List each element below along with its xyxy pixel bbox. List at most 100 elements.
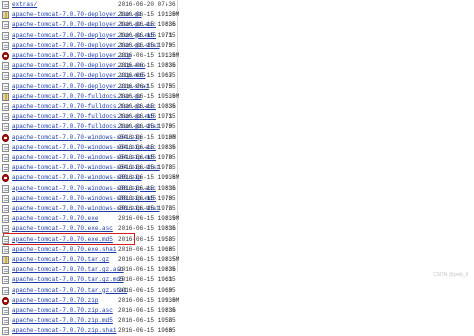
document-icon <box>2 194 9 203</box>
file-row: apache-tomcat-7.0.70-deployer.tar.gz.asc… <box>0 20 474 30</box>
file-link[interactable]: apache-tomcat-7.0.70.zip.md5 <box>12 316 113 326</box>
file-link[interactable]: apache-tomcat-7.0.70.exe.asc <box>12 224 113 234</box>
file-size: 71 <box>165 31 173 39</box>
file-link[interactable]: apache-tomcat-7.0.70.tar.gz.sha1 <box>12 286 127 296</box>
file-link[interactable]: apache-tomcat-7.0.70.exe.sha1 <box>12 245 116 255</box>
file-row: apache-tomcat-7.0.70.zip 2016-06-15 19:35… <box>0 296 474 306</box>
file-size: 69 <box>165 286 173 294</box>
document-icon <box>2 307 9 315</box>
file-row: apache-tomcat-7.0.70.exe.md5 2016-06-15 1… <box>0 235 474 245</box>
tar-archive-icon <box>2 92 9 101</box>
document-icon <box>2 225 9 234</box>
tar-archive-icon <box>2 256 9 264</box>
file-row: apache-tomcat-7.0.70-deployer.tar.gz.sha… <box>0 41 474 51</box>
file-row: apache-tomcat-7.0.70-deployer.tar.gz.md5… <box>0 31 474 41</box>
file-row: extras/2016-06-20 07:36- <box>0 0 474 10</box>
document-icon <box>2 72 9 81</box>
file-row: apache-tomcat-7.0.70-deployer.zip.asc 201… <box>0 61 474 71</box>
file-size: 70 <box>165 194 173 202</box>
file-row: apache-tomcat-7.0.70.tar.gz.sha1 2016-06-… <box>0 286 474 296</box>
file-link[interactable]: apache-tomcat-7.0.70.exe.md5 <box>12 235 113 245</box>
file-row: apache-tomcat-7.0.70-windows-x64.zip.md5… <box>0 153 474 163</box>
tar-archive-icon <box>2 11 9 20</box>
document-icon <box>2 123 9 132</box>
file-link[interactable]: apache-tomcat-7.0.70.tar.gz <box>12 255 109 265</box>
document-icon <box>2 154 9 162</box>
file-link[interactable]: apache-tomcat-7.0.70.exe <box>12 214 98 224</box>
file-row: apache-tomcat-7.0.70.exe.asc 2016-06-15 1… <box>0 224 474 234</box>
file-size: 78 <box>165 205 173 212</box>
file-size: 61 <box>165 276 173 284</box>
file-row: apache-tomcat-7.0.70-windows-x86.zip.asc… <box>0 184 474 194</box>
file-row: apache-tomcat-7.0.70-fulldocs.tar.gz 2016… <box>0 92 474 102</box>
file-size: 836 <box>165 143 176 151</box>
file-size: 79 <box>165 41 173 49</box>
document-icon <box>2 184 9 193</box>
document-icon <box>2 266 9 275</box>
document-icon <box>2 235 9 244</box>
file-row: apache-tomcat-7.0.70-deployer.zip.md5 201… <box>0 71 474 81</box>
document-icon <box>2 103 9 111</box>
document-icon <box>2 143 9 152</box>
file-link[interactable]: apache-tomcat-7.0.70.zip <box>12 296 98 306</box>
file-size: 70 <box>165 154 173 161</box>
file-size: 67 <box>165 72 173 80</box>
zip-archive-icon <box>2 174 9 183</box>
file-row: apache-tomcat-7.0.70-windows-x64.zip.asc… <box>0 143 474 153</box>
document-icon <box>2 215 9 224</box>
folder-icon <box>2 1 9 9</box>
file-size: 836 <box>165 184 176 192</box>
file-size: 66 <box>165 245 173 253</box>
file-size: 836 <box>165 103 176 110</box>
file-size: 58 <box>165 317 173 325</box>
file-size: 1.8M <box>165 52 180 59</box>
file-size: 8.5M <box>165 256 180 263</box>
file-row: apache-tomcat-7.0.70-windows-x86.zip.sha… <box>0 204 474 214</box>
zip-archive-icon <box>2 133 9 142</box>
file-size: - <box>165 1 169 8</box>
file-size: 10M <box>165 133 176 141</box>
file-size: 71 <box>165 113 173 121</box>
file-size: 836 <box>165 266 176 274</box>
file-size: 58 <box>165 235 173 243</box>
file-link[interactable]: extras/ <box>12 0 37 10</box>
file-link[interactable]: apache-tomcat-7.0.70.zip.asc <box>12 306 113 316</box>
document-icon <box>2 41 9 50</box>
file-row: apache-tomcat-7.0.70.tar.gz 2016-06-15 19… <box>0 255 474 265</box>
file-row: apache-tomcat-7.0.70.zip.sha1 2016-06-15 … <box>0 326 474 336</box>
file-link[interactable]: apache-tomcat-7.0.70.tar.gz.md5 <box>12 275 124 285</box>
file-row: apache-tomcat-7.0.70-deployer.zip.sha1 20… <box>0 82 474 92</box>
document-icon <box>2 21 9 30</box>
document-icon <box>2 31 9 40</box>
file-size: 836 <box>165 307 176 314</box>
file-link[interactable]: apache-tomcat-7.0.70.zip.sha1 <box>12 326 116 336</box>
document-icon <box>2 327 9 336</box>
file-size: 75 <box>165 82 173 90</box>
file-row: apache-tomcat-7.0.70.exe 2016-06-15 19:35… <box>0 214 474 224</box>
file-size: 8.9M <box>165 215 180 223</box>
file-row: apache-tomcat-7.0.70-deployer.zip 2016-06… <box>0 51 474 61</box>
file-row: apache-tomcat-7.0.70-windows-x64.zip.sha… <box>0 163 474 173</box>
document-icon <box>2 164 9 173</box>
file-size: 1.0M <box>165 11 180 19</box>
file-size: 5.0M <box>165 92 180 100</box>
document-icon <box>2 82 9 91</box>
file-row: apache-tomcat-7.0.70.tar.gz.md5 2016-06-1… <box>0 275 474 285</box>
file-row: apache-tomcat-7.0.70-fulldocs.tar.gz.sha… <box>0 122 474 132</box>
document-icon <box>2 317 9 326</box>
file-listing: CSDN @pwb_ll extras/2016-06-20 07:36- apa… <box>0 0 474 336</box>
file-row: apache-tomcat-7.0.70-deployer.tar.gz 2016… <box>0 10 474 20</box>
zip-archive-icon <box>2 52 9 60</box>
zip-archive-icon <box>2 296 9 305</box>
file-row: apache-tomcat-7.0.70.tar.gz.asc 2016-06-1… <box>0 265 474 275</box>
file-size: 79 <box>165 123 173 131</box>
file-size: 9.8M <box>165 174 180 182</box>
document-icon <box>2 276 9 285</box>
file-link[interactable]: apache-tomcat-7.0.70.tar.gz.asc <box>12 265 124 275</box>
file-link[interactable]: apache-tomcat-7.0.70-deployer.zip <box>12 51 131 61</box>
file-row: apache-tomcat-7.0.70-fulldocs.tar.gz.asc… <box>0 102 474 112</box>
file-size: 78 <box>165 164 173 172</box>
file-size: 836 <box>165 21 176 29</box>
document-icon <box>2 245 9 254</box>
document-icon <box>2 62 9 71</box>
